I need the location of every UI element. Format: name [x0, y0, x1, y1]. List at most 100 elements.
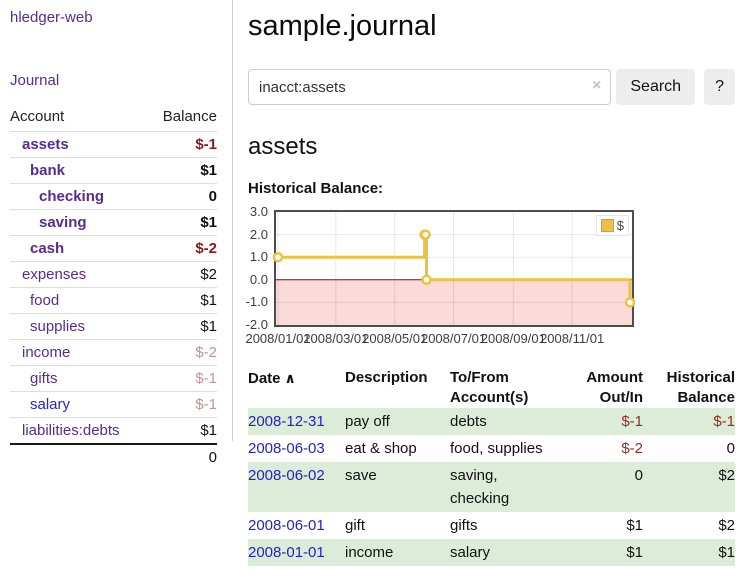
x-axis-label: 2008/03/01 — [303, 331, 368, 346]
register-row: 2008-06-01giftgifts$1$2 — [248, 512, 735, 539]
nav-journal-link[interactable]: Journal — [10, 72, 59, 89]
register-header-amount: AmountOut/In — [583, 368, 643, 408]
chart-legend: $ — [596, 215, 629, 236]
y-axis-label: 1.0 — [240, 250, 268, 264]
sidebar-account-row: checking0 — [10, 184, 217, 210]
plot-area: $ — [274, 210, 634, 327]
transaction-accounts: saving,checking — [450, 462, 583, 512]
transaction-description: eat & shop — [345, 435, 450, 462]
register-header-accounts: To/FromAccount(s) — [450, 368, 583, 408]
y-axis-label: 3.0 — [240, 205, 268, 219]
sidebar-account-balance: $-1 — [148, 366, 217, 392]
sidebar-account-balance: $2 — [148, 262, 217, 288]
register-row: 2008-01-01incomesalary$1$1 — [248, 539, 735, 566]
main-content: sample.journal × Search ? assets Histori… — [248, 0, 735, 566]
transaction-description: gift — [345, 512, 450, 539]
transaction-date-link[interactable]: 2008-01-01 — [248, 544, 325, 561]
register-header-date[interactable]: Date∧ — [248, 368, 345, 408]
transaction-accounts: salary — [450, 539, 583, 566]
search-form: × Search ? — [248, 69, 735, 105]
account-heading: assets — [248, 133, 735, 161]
help-button[interactable]: ? — [704, 69, 735, 105]
y-axis-label: -1.0 — [240, 295, 268, 309]
balance-chart: $ 3.02.01.00.0-1.0-2.02008/01/012008/03/… — [240, 210, 640, 350]
account-column-header: Account — [10, 106, 148, 132]
search-input[interactable] — [248, 69, 611, 105]
transaction-date-link[interactable]: 2008-06-01 — [248, 517, 325, 534]
sidebar-accounts-body: assets$-1bank$1checking0saving$1cash$-2e… — [10, 132, 217, 445]
transaction-amount: $-1 — [583, 408, 643, 435]
register-body: 2008-12-31pay offdebts$-1$-12008-06-03ea… — [248, 408, 735, 566]
sidebar-account-row: supplies $1 — [10, 314, 217, 340]
register-header-row: Date∧DescriptionTo/FromAccount(s)AmountO… — [248, 368, 735, 408]
register-header-description: Description — [345, 368, 450, 408]
sidebar-account-row: cash $-2 — [10, 236, 217, 262]
sidebar-account-balance: $1 — [148, 314, 217, 340]
transaction-accounts: food, supplies — [450, 435, 583, 462]
sidebar-account-link[interactable]: food — [30, 292, 59, 309]
sidebar-account-link[interactable]: assets — [22, 136, 69, 153]
transaction-description: pay off — [345, 408, 450, 435]
transaction-description: income — [345, 539, 450, 566]
sidebar-account-row: assets $-1 — [10, 132, 217, 158]
sidebar-account-link[interactable]: income — [22, 344, 70, 361]
transaction-balance: $2 — [643, 462, 735, 512]
sidebar-account-link[interactable]: supplies — [30, 318, 85, 335]
page-title: sample.journal — [248, 10, 735, 43]
transaction-date-link[interactable]: 2008-12-31 — [248, 413, 325, 430]
y-axis-label: 2.0 — [240, 228, 268, 242]
sidebar-account-row: food $1 — [10, 288, 217, 314]
sidebar-account-link[interactable]: expenses — [22, 266, 86, 283]
transaction-balance: $1 — [643, 539, 735, 566]
transaction-date-link[interactable]: 2008-06-02 — [248, 467, 325, 484]
sidebar-account-row: liabilities:debts $1 — [10, 418, 217, 445]
transaction-description: save — [345, 462, 450, 512]
sidebar-account-row: bank $1 — [10, 158, 217, 184]
sidebar-account-row: gifts $-1 — [10, 366, 217, 392]
sidebar-account-link[interactable]: liabilities:debts — [22, 422, 120, 439]
sidebar-account-link[interactable]: gifts — [30, 370, 58, 387]
sidebar-account-balance: $1 — [148, 418, 217, 445]
x-axis-label: 2008/07/01 — [421, 331, 486, 346]
sidebar-account-row: expenses $2 — [10, 262, 217, 288]
x-axis-label: 2008/01/01 — [245, 331, 310, 346]
sidebar-divider — [232, 0, 233, 441]
transaction-balance: $-1 — [643, 408, 735, 435]
sidebar-account-link[interactable]: checking — [39, 188, 104, 205]
register-row: 2008-06-03eat & shopfood, supplies$-20 — [248, 435, 735, 462]
register-row: 2008-06-02 savesaving,checking0$2 — [248, 462, 735, 512]
sidebar-account-row: income $-2 — [10, 340, 217, 366]
x-axis-label: 2008/09/01 — [481, 331, 546, 346]
sidebar-account-balance: $1 — [148, 210, 217, 236]
sort-ascending-icon: ∧ — [285, 370, 296, 386]
brand-link[interactable]: hledger-web — [10, 9, 93, 26]
sidebar-account-balance: $1 — [148, 158, 217, 184]
register-header-balance: HistoricalBalance — [643, 368, 735, 408]
sidebar-account-balance: $-1 — [148, 132, 217, 158]
sidebar-account-link[interactable]: saving — [39, 214, 87, 231]
sidebar-account-balance: $1 — [148, 288, 217, 314]
sidebar-account-balance: $-2 — [148, 236, 217, 262]
sidebar-account-balance: $-2 — [148, 340, 217, 366]
sidebar-accounts-table: Account Balance assets$-1bank$1checking0… — [10, 106, 217, 470]
transaction-amount: $-2 — [583, 435, 643, 462]
chart-title-label: Historical Balance: — [248, 180, 735, 197]
search-button[interactable]: Search — [616, 69, 695, 105]
sidebar-total-value: 0 — [148, 444, 217, 470]
sidebar-account-row: saving $1 — [10, 210, 217, 236]
transaction-date-link[interactable]: 2008-06-03 — [248, 440, 325, 457]
transaction-amount: $1 — [583, 539, 643, 566]
legend-label: $ — [617, 218, 624, 233]
y-axis-label: 0.0 — [240, 273, 268, 287]
transaction-accounts: debts — [450, 408, 583, 435]
transaction-balance: $2 — [643, 512, 735, 539]
sidebar-account-balance: $-1 — [148, 392, 217, 418]
clear-search-icon[interactable]: × — [592, 77, 601, 95]
sidebar-account-link[interactable]: salary — [30, 396, 70, 413]
x-axis-label: 2008/11/01 — [540, 331, 604, 346]
sidebar-account-link[interactable]: cash — [30, 240, 64, 257]
y-axis-label: -2.0 — [240, 318, 268, 332]
sidebar-account-row: salary $-1 — [10, 392, 217, 418]
transaction-amount: 0 — [583, 462, 643, 512]
sidebar-account-link[interactable]: bank — [30, 162, 65, 179]
